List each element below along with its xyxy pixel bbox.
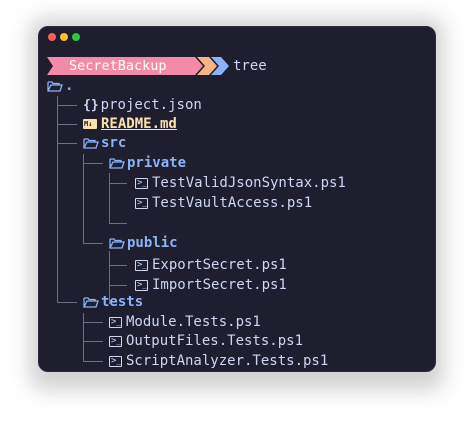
file-name: Module.Tests.ps1 [126, 314, 261, 330]
tree-branch [83, 163, 103, 164]
tree-branch [57, 105, 77, 106]
folder-name: src [101, 135, 127, 151]
tree-guide [83, 154, 84, 244]
folder-name: public [127, 235, 178, 251]
folder-name: private [127, 155, 187, 171]
tree-branch [83, 341, 103, 342]
powershell-icon: >_ [135, 279, 148, 291]
tree-item-import-secret[interactable]: >_ ImportSecret.ps1 [135, 275, 287, 295]
powershell-icon: >_ [109, 316, 122, 328]
tree-guide [83, 313, 84, 362]
tree-branch [109, 223, 127, 224]
file-name: OutputFiles.Tests.ps1 [126, 333, 304, 349]
tree-item-export-secret[interactable]: >_ ExportSecret.ps1 [135, 255, 287, 275]
folder-open-icon [83, 297, 99, 308]
file-name: README.md [101, 116, 177, 132]
tree-guide [109, 173, 110, 224]
powershell-icon: >_ [135, 259, 148, 271]
file-name: ImportSecret.ps1 [152, 277, 287, 293]
tree-branch [83, 361, 103, 362]
maximize-button[interactable] [72, 33, 80, 41]
root-label: . [65, 78, 74, 94]
tree-root: . [47, 76, 73, 96]
tree-item-module-tests[interactable]: >_ Module.Tests.ps1 [109, 312, 261, 332]
tree-branch [109, 285, 127, 286]
tree-item-tests[interactable]: tests [83, 292, 143, 312]
file-name: TestVaultAccess.ps1 [152, 195, 313, 211]
tree-branch [57, 302, 77, 303]
folder-open-icon [47, 81, 63, 92]
prompt-command: tree [233, 58, 267, 74]
minimize-button[interactable] [60, 33, 68, 41]
markdown-icon: M↓ [83, 119, 97, 129]
tree-branch [83, 243, 103, 244]
file-name: ScriptAnalyzer.Tests.ps1 [126, 353, 329, 369]
terminal-window[interactable]: SecretBackup tree . {} project.json M↓ R… [38, 26, 436, 372]
tree-branch [83, 322, 103, 323]
tree-item-output-files-tests[interactable]: >_ OutputFiles.Tests.ps1 [109, 331, 303, 351]
tree-item-script-analyzer-tests[interactable]: >_ ScriptAnalyzer.Tests.ps1 [109, 351, 328, 371]
prompt-directory: SecretBackup [69, 58, 167, 74]
prompt-line: SecretBackup tree [39, 56, 435, 76]
powershell-icon: >_ [135, 197, 148, 209]
powershell-icon: >_ [109, 355, 122, 367]
close-button[interactable] [48, 33, 56, 41]
tree-item-test-valid-json-syntax[interactable]: >_ TestValidJsonSyntax.ps1 [135, 173, 346, 193]
tree-item-test-vault-access[interactable]: >_ TestVaultAccess.ps1 [135, 193, 312, 213]
file-name: project.json [100, 97, 202, 113]
json-icon: {} [83, 98, 99, 113]
folder-open-icon [109, 238, 125, 249]
folder-name: tests [101, 294, 144, 310]
tree-branch [57, 143, 77, 144]
powershell-icon: >_ [135, 177, 148, 189]
tree-item-src[interactable]: src [83, 133, 126, 153]
tree-item-readme[interactable]: M↓ README.md [83, 114, 177, 134]
tree-item-public[interactable]: public [109, 233, 178, 253]
folder-open-icon [109, 158, 125, 169]
file-name: TestValidJsonSyntax.ps1 [152, 175, 346, 191]
terminal-output[interactable]: SecretBackup tree . {} project.json M↓ R… [39, 53, 435, 371]
folder-open-icon [83, 138, 99, 149]
tree-branch [109, 265, 127, 266]
powershell-icon: >_ [109, 335, 122, 347]
tree-item-project-json[interactable]: {} project.json [83, 95, 202, 115]
tree-guide [57, 96, 58, 303]
file-name: ExportSecret.ps1 [152, 257, 287, 273]
tree-branch [109, 183, 127, 184]
tree-item-private[interactable]: private [109, 153, 186, 173]
title-bar [39, 27, 435, 47]
tree-branch [57, 124, 77, 125]
